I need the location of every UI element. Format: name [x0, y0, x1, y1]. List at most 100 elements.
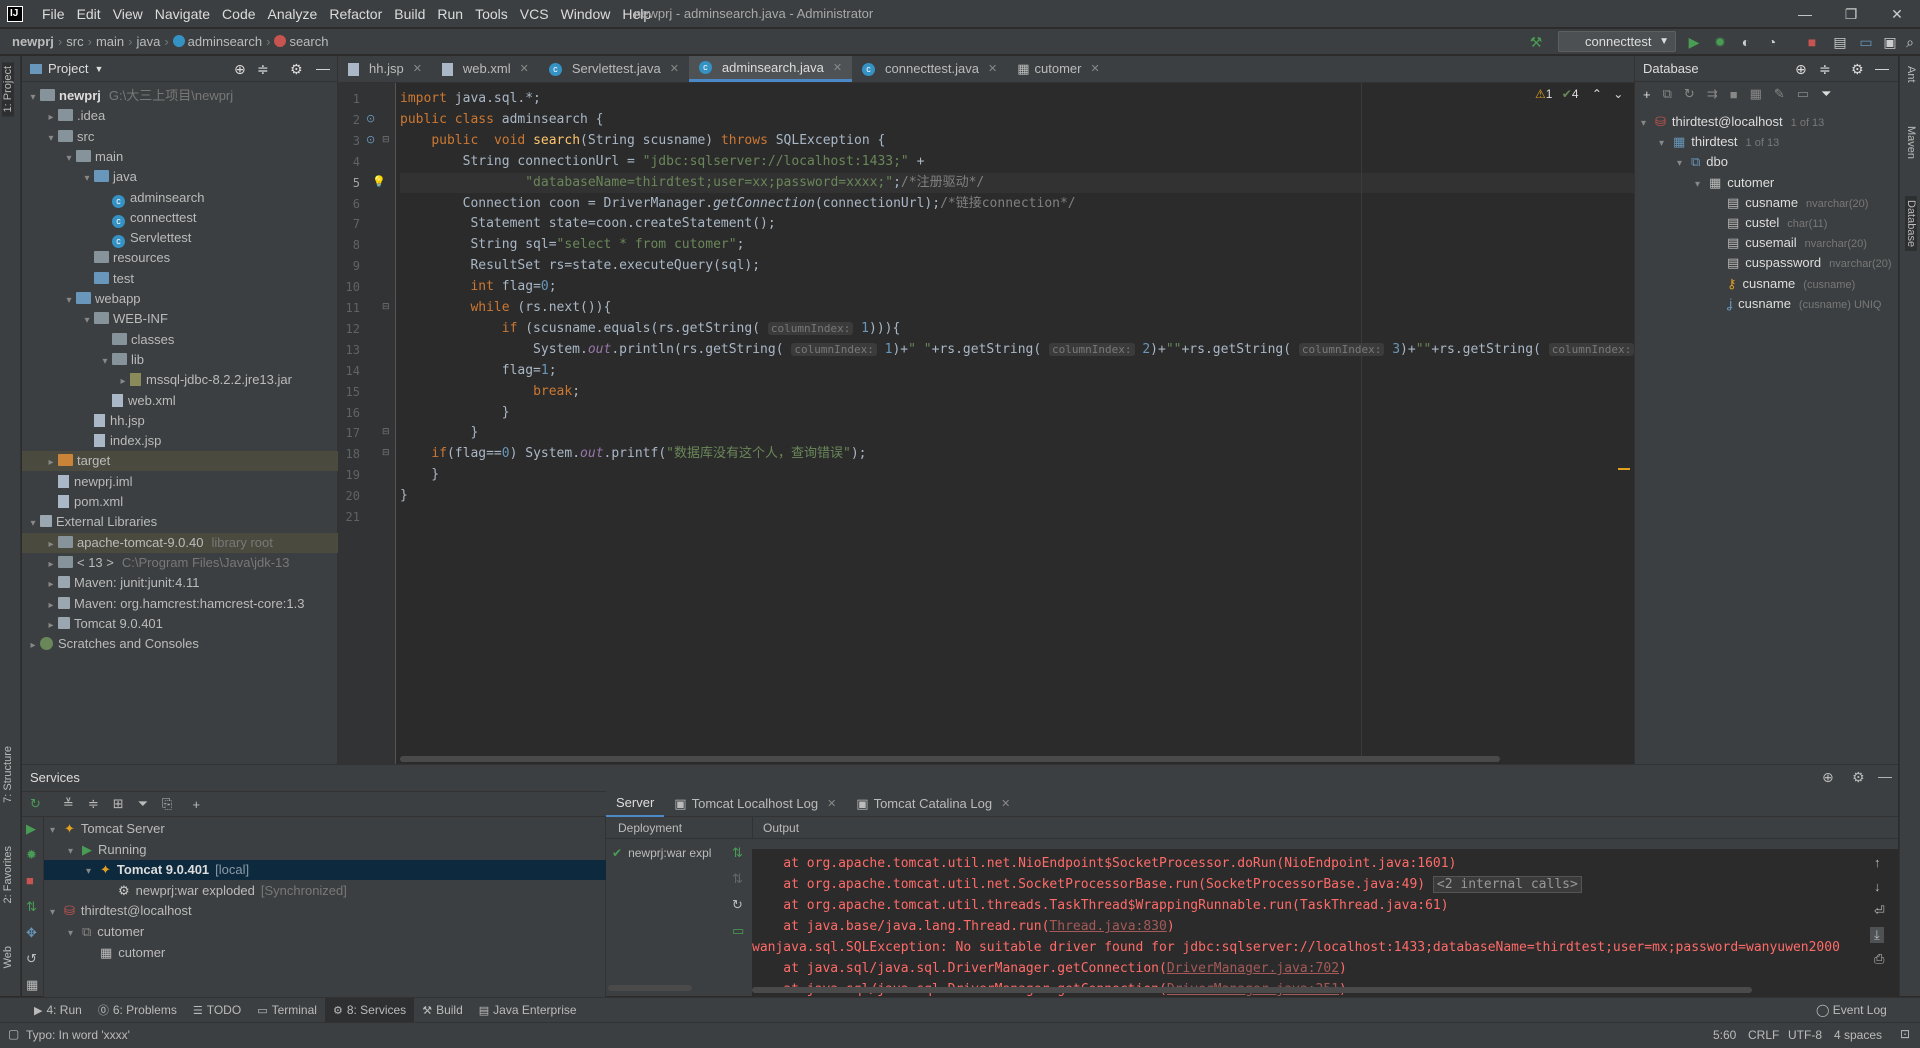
project-panel-title[interactable]: Project: [48, 61, 88, 76]
locate-icon[interactable]: ⊕: [1795, 61, 1807, 78]
collapse-all-icon[interactable]: ≑: [257, 61, 269, 78]
event-log-button[interactable]: ◯ Event Log: [1816, 998, 1887, 1022]
menu-build[interactable]: Build: [388, 5, 431, 23]
tree-item[interactable]: ▾ src: [22, 127, 338, 147]
tab-favorites[interactable]: 2: Favorites: [2, 846, 14, 903]
debug-icon[interactable]: ✹: [26, 847, 37, 863]
bottom-tab[interactable]: ⓪ 6: Problems: [90, 998, 185, 1023]
breadcrumb-project[interactable]: newprj: [12, 34, 54, 49]
close-icon[interactable]: ✕: [827, 791, 836, 817]
chevron-right-icon[interactable]: ▸: [44, 596, 58, 616]
editor-tab[interactable]: ▦ cutomer ✕: [1007, 56, 1109, 82]
warning-marker[interactable]: [1618, 468, 1630, 470]
arrow-down-icon[interactable]: ↓: [1874, 879, 1881, 894]
sdk-icon[interactable]: ▭: [1857, 33, 1875, 51]
chevron-down-icon[interactable]: ▾: [98, 352, 112, 372]
stop-icon[interactable]: ■: [1803, 33, 1821, 51]
menu-refactor[interactable]: Refactor: [323, 5, 388, 23]
services-tree-item[interactable]: ▾ ✦ Tomcat 9.0.401 [local]: [44, 860, 606, 881]
chevron-down-icon[interactable]: ▾: [62, 149, 76, 169]
tab-database[interactable]: Database: [1905, 196, 1917, 252]
print-icon[interactable]: ⎙: [1874, 951, 1884, 967]
hide-panel-icon[interactable]: —: [316, 60, 330, 76]
chevron-down-icon[interactable]: ▾: [80, 169, 94, 189]
run-icon[interactable]: ▶: [1685, 33, 1703, 51]
tree-item[interactable]: test: [22, 269, 338, 289]
expand-all-icon[interactable]: ≚: [63, 796, 74, 812]
copy-icon[interactable]: ⧉: [1663, 86, 1672, 102]
layout-icon[interactable]: ▦: [26, 977, 38, 993]
indent-setting[interactable]: 4 spaces: [1834, 1028, 1882, 1042]
bottom-tab[interactable]: ▭ Terminal: [249, 998, 325, 1023]
chevron-right-icon[interactable]: ▸: [44, 108, 58, 128]
services-tree-item[interactable]: ▾ ⧉ cutomer: [44, 922, 606, 942]
search-icon[interactable]: ⌕: [1901, 33, 1919, 51]
breadcrumb-src[interactable]: src: [66, 34, 83, 49]
gear-icon[interactable]: ⚙: [290, 61, 303, 78]
menu-edit[interactable]: Edit: [71, 5, 107, 23]
editor-tab[interactable]: c Servlettest.java ✕: [539, 56, 689, 82]
run-configuration-select[interactable]: connecttest ▼: [1558, 31, 1676, 52]
close-icon[interactable]: ✕: [1001, 791, 1010, 817]
console-icon[interactable]: ▭: [1797, 86, 1809, 102]
db-tree-item[interactable]: ▾ ▦ thirdtest 1 of 13: [1659, 132, 1779, 152]
chevron-right-icon[interactable]: ▸: [44, 535, 58, 555]
fold-icon[interactable]: ⊟: [382, 447, 390, 458]
tree-item[interactable]: ▸ .idea: [22, 106, 338, 126]
chevron-down-icon[interactable]: ▾: [26, 88, 40, 108]
breadcrumb-java[interactable]: java: [136, 34, 160, 49]
editor-tab[interactable]: c adminsearch.java ✕: [688, 55, 853, 82]
close-icon[interactable]: ✕: [833, 55, 842, 81]
bottom-tab[interactable]: ☰ TODO: [185, 998, 249, 1023]
chevron-down-icon[interactable]: ▾: [50, 821, 64, 841]
deploy-icon[interactable]: ⇅: [26, 899, 37, 915]
locate-icon[interactable]: ⊕: [1822, 769, 1834, 786]
profile-icon[interactable]: ◔: [1763, 33, 1781, 51]
fold-icon[interactable]: ⊟: [382, 426, 390, 437]
tab-maven[interactable]: Maven: [1905, 126, 1917, 159]
filter-icon[interactable]: ⏷: [138, 796, 148, 812]
output-link[interactable]: Thread.java:830: [1049, 919, 1166, 934]
tab-localhost-log[interactable]: ▣ Tomcat Localhost Log ✕: [664, 791, 846, 817]
tree-item[interactable]: ▾ main: [22, 147, 338, 167]
stop-icon[interactable]: ■: [26, 873, 34, 888]
menu-run[interactable]: Run: [431, 5, 469, 23]
chevron-down-icon[interactable]: ▾: [1641, 114, 1655, 134]
override-icon[interactable]: ⊙: [366, 112, 375, 125]
code-area[interactable]: import java.sql.*; public class adminsear…: [400, 83, 1634, 764]
project-structure-icon[interactable]: ▤: [1831, 33, 1849, 51]
tree-item[interactable]: classes: [22, 330, 338, 350]
bottom-tab[interactable]: ▤ Java Enterprise: [471, 998, 585, 1023]
arrow-up-icon[interactable]: ↑: [1874, 855, 1881, 870]
tree-item[interactable]: ▸ Tomcat 9.0.401: [22, 614, 338, 634]
tree-item[interactable]: ▾ WEB-INF: [22, 309, 338, 329]
override-icon[interactable]: ⊙: [366, 133, 375, 146]
deploy-icon[interactable]: ⇅: [732, 845, 743, 861]
tree-item[interactable]: ▸ Scratches and Consoles: [22, 634, 338, 654]
line-separator[interactable]: CRLF: [1748, 1028, 1779, 1042]
editor-tab[interactable]: c connecttest.java ✕: [852, 56, 1007, 82]
group-icon[interactable]: ⊞: [113, 796, 124, 812]
terminal-icon[interactable]: ▣: [1881, 33, 1899, 51]
tab-project[interactable]: 1: Project: [2, 62, 14, 117]
bulb-icon[interactable]: 💡: [372, 175, 386, 188]
tree-item[interactable]: ▾ webapp: [22, 289, 338, 309]
inspection-widget[interactable]: ⚠1 ✔4 ⌃ ⌄: [1535, 87, 1623, 101]
chevron-right-icon[interactable]: ▸: [44, 555, 58, 575]
chevron-right-icon[interactable]: ▸: [44, 575, 58, 595]
db-tree-item[interactable]: ▤ cusemail nvarchar(20): [1713, 233, 1867, 253]
chevron-down-icon[interactable]: ▾: [1695, 175, 1709, 195]
deployment-scrollbar[interactable]: [608, 985, 692, 991]
tree-item[interactable]: ▸ apache-tomcat-9.0.40 library root: [22, 532, 338, 555]
menu-view[interactable]: View: [107, 5, 149, 23]
restart-icon[interactable]: ↺: [26, 951, 37, 967]
refresh-icon[interactable]: ↻: [30, 796, 41, 812]
hide-panel-icon[interactable]: —: [1875, 60, 1889, 76]
tree-item[interactable]: ▸ Maven: junit:junit:4.11: [22, 573, 338, 593]
menu-analyze[interactable]: Analyze: [262, 5, 324, 23]
tab-web[interactable]: Web: [2, 946, 14, 968]
add-service-icon[interactable]: +: [192, 797, 200, 812]
editor-tab[interactable]: web.xml ✕: [432, 56, 539, 82]
scroll-to-end-icon[interactable]: ⤓: [1870, 927, 1884, 943]
lock-icon[interactable]: ⊡: [1900, 1027, 1910, 1041]
